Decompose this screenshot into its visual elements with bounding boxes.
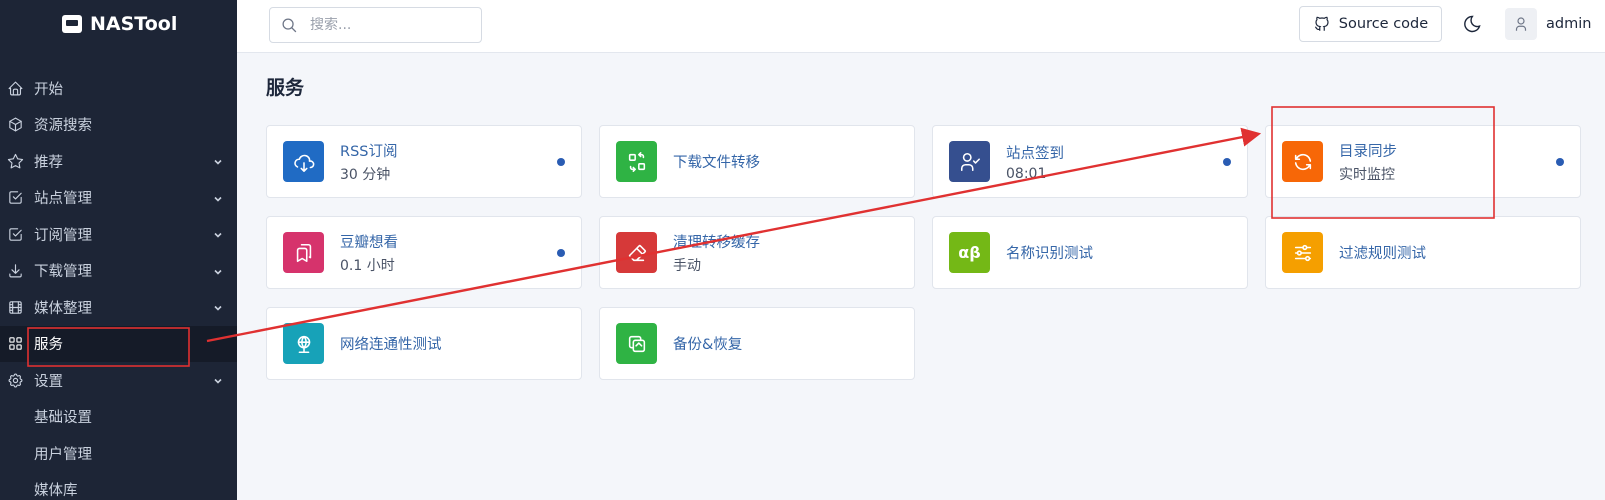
sidebar-item-label: 订阅管理 [34, 227, 92, 244]
service-subtitle: 30 分钟 [340, 166, 391, 183]
sidebar-item-label: 推荐 [34, 154, 63, 171]
sidebar-item-start[interactable]: 开始 [0, 70, 237, 107]
sidebar-item-label: 服务 [34, 337, 63, 354]
service-subtitle: 手动 [673, 257, 701, 274]
chevron-down-icon [213, 301, 223, 311]
service-card-transfer[interactable]: 下载文件转移 [599, 125, 915, 198]
adjustments-icon [1282, 232, 1323, 273]
chevron-down-icon [213, 155, 223, 165]
service-card-clear-cache[interactable]: 清理转移缓存 手动 [599, 216, 915, 289]
film-icon [6, 298, 24, 316]
service-subtitle: 08:01 [1006, 165, 1047, 182]
avatar [1505, 8, 1537, 40]
home-icon [6, 79, 24, 97]
service-title: 过滤规则测试 [1339, 246, 1426, 262]
user-menu[interactable]: admin [1505, 8, 1591, 40]
service-title: 豆瓣想看 [340, 234, 398, 251]
sidebar-item-search[interactable]: 资源搜索 [0, 107, 237, 144]
service-card-douban[interactable]: 豆瓣想看 0.1 小时 [266, 216, 582, 289]
sidebar-item-sites[interactable]: 站点管理 [0, 180, 237, 217]
settings-icon [6, 371, 24, 389]
service-card-rss[interactable]: RSS订阅 30 分钟 [266, 125, 582, 198]
refresh-icon [1282, 141, 1323, 182]
status-dot [557, 249, 565, 257]
service-card-sync[interactable]: 目录同步 实时监控 [1265, 125, 1581, 198]
service-title: 目录同步 [1339, 143, 1397, 160]
status-dot [557, 158, 565, 166]
user-check-icon [949, 141, 990, 182]
sidebar-item-label: 资源搜索 [34, 118, 92, 135]
checkbox-icon [6, 189, 24, 207]
service-title: 下载文件转移 [673, 155, 760, 171]
top-header: Source code admin [237, 0, 1605, 53]
sidebar-subitem-user-management[interactable]: 用户管理 [0, 435, 237, 472]
sidebar-item-label: 媒体整理 [34, 300, 92, 317]
search-icon [282, 17, 297, 32]
status-dot [1556, 158, 1564, 166]
alpha-beta-glyph: αβ [958, 243, 981, 262]
page-title: 服务 [266, 77, 305, 99]
alpha-beta-icon: αβ [949, 232, 990, 273]
status-dot [1223, 158, 1231, 166]
brand-name: NASTool [90, 13, 178, 35]
source-code-label: Source code [1338, 16, 1429, 32]
world-icon [283, 323, 324, 364]
service-card-network-test[interactable]: 网络连通性测试 [266, 307, 582, 380]
download-icon [6, 262, 24, 280]
sidebar-item-label: 站点管理 [34, 191, 92, 208]
nastool-logo-icon [62, 15, 82, 33]
service-title: RSS订阅 [340, 143, 398, 160]
service-card-backup[interactable]: 备份&恢复 [599, 307, 915, 380]
copy-icon [616, 323, 657, 364]
star-icon [6, 152, 24, 170]
service-subtitle: 0.1 小时 [340, 257, 395, 274]
service-card-signin[interactable]: 站点签到 08:01 [932, 125, 1248, 198]
sidebar-item-media[interactable]: 媒体整理 [0, 289, 237, 326]
chevron-down-icon [213, 192, 223, 202]
sidebar-item-label: 下载管理 [34, 264, 92, 281]
package-icon [6, 116, 24, 134]
service-card-name-test[interactable]: αβ 名称识别测试 [932, 216, 1248, 289]
service-title: 名称识别测试 [1006, 246, 1093, 262]
service-card-filter-test[interactable]: 过滤规则测试 [1265, 216, 1581, 289]
bookmarks-icon [283, 232, 324, 273]
service-title: 备份&恢复 [673, 337, 743, 353]
sidebar-subitem-basic-settings[interactable]: 基础设置 [0, 399, 237, 436]
user-name: admin [1546, 16, 1592, 32]
search-input[interactable] [310, 17, 470, 33]
sidebar-item-label: 开始 [34, 81, 63, 98]
eraser-icon [616, 232, 657, 273]
sidebar-item-settings[interactable]: 设置 [0, 362, 237, 399]
transfer-icon [616, 141, 657, 182]
cloud-download-icon [283, 141, 324, 182]
sidebar-item-downloads[interactable]: 下载管理 [0, 253, 237, 290]
github-icon [1314, 16, 1329, 31]
service-title: 清理转移缓存 [673, 234, 760, 251]
search-box[interactable] [269, 7, 482, 43]
service-subtitle: 实时监控 [1339, 166, 1395, 183]
apps-icon [6, 335, 24, 353]
brand[interactable]: NASTool [62, 13, 177, 35]
source-code-button[interactable]: Source code [1299, 6, 1442, 42]
service-title: 网络连通性测试 [340, 337, 442, 353]
sidebar-item-label: 设置 [34, 373, 63, 390]
moon-icon [1464, 15, 1481, 33]
sidebar-nav: 开始 资源搜索 推荐 站点管理 订阅管理 下载管理 媒体整理 服务 设置 基础设… [0, 70, 237, 500]
sidebar-item-subscriptions[interactable]: 订阅管理 [0, 216, 237, 253]
sidebar-item-recommend[interactable]: 推荐 [0, 143, 237, 180]
checkbox-icon [6, 225, 24, 243]
chevron-down-icon [213, 374, 223, 384]
dark-mode-toggle[interactable] [1462, 14, 1484, 36]
sidebar-item-services[interactable]: 服务 [0, 325, 237, 362]
sidebar-subitem-media-library[interactable]: 媒体库 [0, 472, 237, 500]
service-title: 站点签到 [1006, 145, 1064, 162]
user-icon [1515, 17, 1527, 31]
sidebar: NASTool 开始 资源搜索 推荐 站点管理 订阅管理 下载管理 媒体整理 服… [0, 0, 237, 500]
chevron-down-icon [213, 228, 223, 238]
chevron-down-icon [213, 265, 223, 275]
